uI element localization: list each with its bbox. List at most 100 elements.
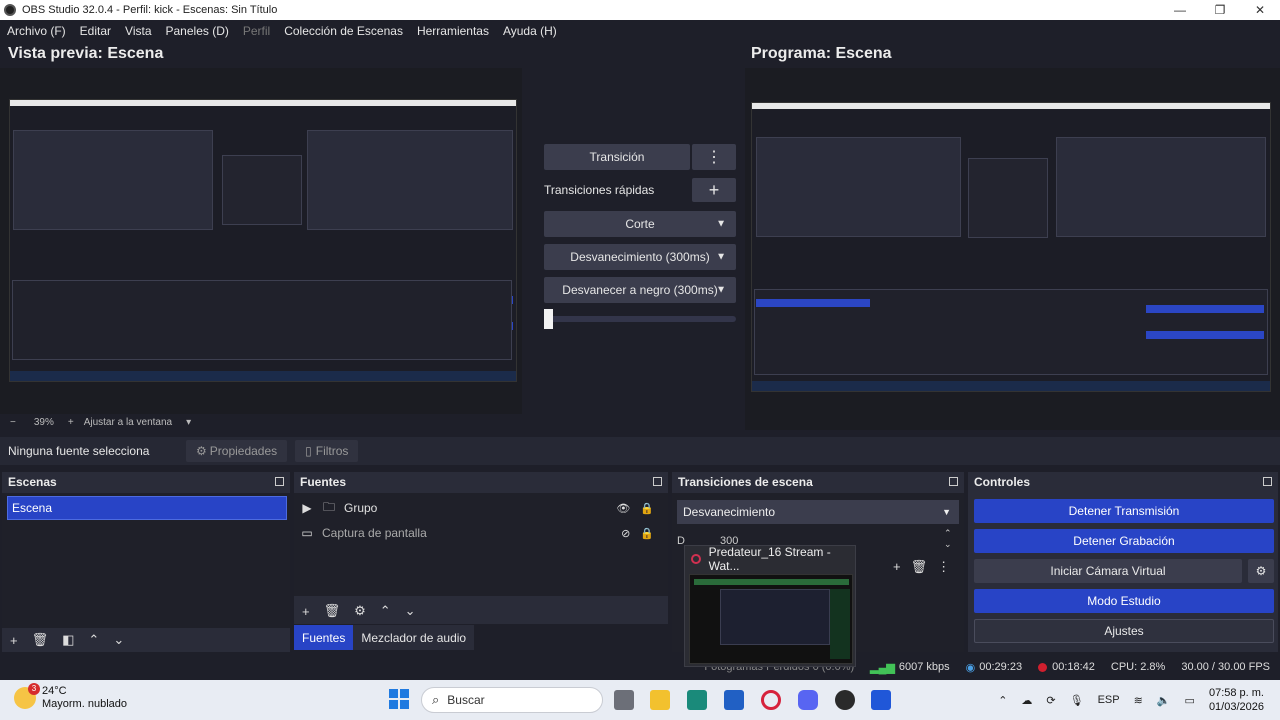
- source-item[interactable]: ▶ 🗀 Grupo 👁 🔒: [300, 497, 662, 519]
- taskbar-preview-popup[interactable]: Predateur_16 Stream - Wat...: [684, 545, 856, 667]
- sync-icon[interactable]: ⟳: [1046, 694, 1055, 707]
- opera-icon: [691, 554, 701, 564]
- zoom-out-button[interactable]: −: [10, 417, 16, 428]
- more-icon[interactable]: ⋮: [937, 559, 950, 575]
- properties-label: Propiedades: [209, 444, 278, 458]
- undock-icon[interactable]: [653, 477, 662, 486]
- stop-recording-button[interactable]: Detener Grabación: [974, 529, 1274, 553]
- tbar-handle[interactable]: [544, 309, 553, 329]
- bitrate-item: ▂▄▆ 6007 kbps: [870, 661, 949, 674]
- zoom-in-button[interactable]: +: [68, 417, 74, 428]
- studio-mode-button[interactable]: Modo Estudio: [974, 589, 1274, 613]
- menu-edit[interactable]: Editar: [80, 24, 111, 38]
- virtual-camera-settings-button[interactable]: ⚙: [1248, 559, 1274, 583]
- source-item[interactable]: ▭ Captura de pantalla ⊘ 🔒: [300, 522, 662, 544]
- opera-icon[interactable]: [761, 690, 781, 710]
- app-icon[interactable]: [724, 690, 744, 710]
- popup-title: Predateur_16 Stream - Wat...: [708, 545, 831, 573]
- transition-button[interactable]: Transición: [544, 144, 690, 170]
- tbar-track[interactable]: [544, 316, 736, 322]
- filters-label: Filtros: [315, 444, 349, 458]
- start-virtual-camera-button[interactable]: Iniciar Cámara Virtual: [974, 559, 1242, 583]
- lock-icon[interactable]: 🔒: [640, 527, 654, 540]
- trash-icon[interactable]: 🗑: [911, 559, 928, 575]
- menu-docks[interactable]: Paneles (D): [166, 24, 229, 38]
- maximize-button[interactable]: ❐: [1200, 0, 1240, 20]
- weather-widget[interactable]: 3 24°C Mayorm. nublado: [14, 683, 127, 711]
- clock[interactable]: 07:58 p. m. 01/03/2026: [1209, 686, 1264, 714]
- start-icon[interactable]: [389, 689, 409, 709]
- scene-list-item[interactable]: Escena: [7, 496, 287, 520]
- window-thumbnail[interactable]: [689, 574, 853, 664]
- minimize-button[interactable]: —: [1160, 0, 1200, 20]
- properties-button[interactable]: ⚙ Propiedades: [186, 440, 288, 462]
- chevron-up-icon[interactable]: ⌃: [998, 694, 1007, 707]
- transition-select[interactable]: Desvanecimiento ▼: [677, 500, 959, 524]
- expand-arrow-icon[interactable]: ▶: [300, 501, 314, 515]
- menu-profile[interactable]: Perfil: [243, 24, 270, 38]
- close-button[interactable]: ✕: [1240, 0, 1280, 20]
- wifi-icon[interactable]: ≋: [1134, 694, 1143, 707]
- menu-help[interactable]: Ayuda (H): [503, 24, 557, 38]
- undock-icon[interactable]: [275, 477, 284, 486]
- title-bar: OBS Studio 32.0.4 - Perfil: kick - Escen…: [0, 0, 1280, 20]
- trash-icon[interactable]: 🗑: [324, 603, 341, 619]
- task-view-icon[interactable]: [614, 690, 634, 710]
- no-source-label: Ninguna fuente selecciona: [8, 444, 150, 458]
- app-icon[interactable]: [687, 690, 707, 710]
- eye-hidden-icon[interactable]: ⊘: [621, 527, 630, 540]
- menu-tools[interactable]: Herramientas: [417, 24, 489, 38]
- transition-menu-icon[interactable]: ⋮: [692, 144, 736, 170]
- display-icon: ▭: [301, 526, 313, 540]
- obs-icon[interactable]: [835, 690, 855, 710]
- battery-icon[interactable]: ▭: [1185, 694, 1195, 707]
- arrow-down-icon[interactable]: ⌄: [405, 603, 416, 619]
- trash-icon[interactable]: 🗑: [32, 632, 49, 648]
- undock-icon[interactable]: [1263, 477, 1272, 486]
- taskbar-search[interactable]: ⌕ Buscar: [421, 687, 603, 713]
- tab-audio-mixer[interactable]: Mezclador de audio: [353, 625, 475, 650]
- menu-scene-collection[interactable]: Colección de Escenas: [284, 24, 403, 38]
- menu-view[interactable]: Vista: [125, 24, 151, 38]
- preview-canvas[interactable]: [0, 68, 522, 414]
- quick-transition-fade-black[interactable]: Desvanecer a negro (300ms) ▼: [544, 277, 736, 303]
- signal-bars-icon: ▂▄▆: [870, 661, 895, 674]
- app-icon[interactable]: [871, 690, 891, 710]
- microphone-icon[interactable]: 🎙: [1070, 694, 1084, 707]
- chevron-down-icon[interactable]: ▾: [186, 417, 191, 428]
- arrow-down-icon[interactable]: ⌄: [113, 632, 124, 648]
- stop-stream-button[interactable]: Detener Transmisión: [974, 499, 1274, 523]
- arrow-up-icon[interactable]: ⌃: [88, 632, 99, 648]
- clock-time: 07:58 p. m.: [1208, 687, 1264, 699]
- quick-transition-fade[interactable]: Desvanecimiento (300ms) ▼: [544, 244, 736, 270]
- quick-transition-label: Desvanecimiento (300ms): [570, 250, 710, 264]
- undock-icon[interactable]: [949, 477, 958, 486]
- add-quick-transition-button[interactable]: +: [692, 178, 736, 202]
- menu-file[interactable]: Archivo (F): [7, 24, 66, 38]
- eye-icon[interactable]: 👁: [616, 502, 630, 515]
- discord-icon[interactable]: [798, 690, 818, 710]
- add-icon[interactable]: +: [302, 604, 310, 619]
- search-placeholder: Buscar: [447, 693, 485, 707]
- filters-button[interactable]: ▯ Filtros: [295, 440, 359, 462]
- settings-button[interactable]: Ajustes: [974, 619, 1274, 643]
- add-icon[interactable]: +: [10, 633, 18, 648]
- lock-icon[interactable]: 🔒: [640, 502, 654, 515]
- clock-date: 01/03/2026: [1208, 701, 1264, 713]
- filter-icon[interactable]: ◧: [62, 632, 74, 648]
- chevron-down-icon: ▼: [942, 507, 951, 517]
- duration-spinner[interactable]: ⌃ ⌄: [944, 528, 952, 550]
- speaker-icon[interactable]: 🔈: [1157, 694, 1171, 707]
- cloud-icon[interactable]: ☁: [1021, 694, 1032, 707]
- arrow-up-icon[interactable]: ⌃: [380, 603, 391, 619]
- source-context-bar: Ninguna fuente selecciona ⚙ Propiedades ▯…: [0, 437, 1280, 465]
- transition-toolbar: + 🗑 ⋮: [893, 559, 950, 575]
- quick-transition-cut[interactable]: Corte ▼: [544, 211, 736, 237]
- language-indicator[interactable]: ESP: [1098, 694, 1120, 706]
- fit-window-label[interactable]: Ajustar a la ventana: [84, 417, 172, 428]
- bitrate-value: 6007 kbps: [898, 661, 950, 673]
- tab-sources[interactable]: Fuentes: [294, 625, 354, 650]
- add-icon[interactable]: +: [893, 559, 901, 575]
- file-explorer-icon[interactable]: [650, 690, 670, 710]
- gear-icon[interactable]: ⚙: [354, 603, 366, 619]
